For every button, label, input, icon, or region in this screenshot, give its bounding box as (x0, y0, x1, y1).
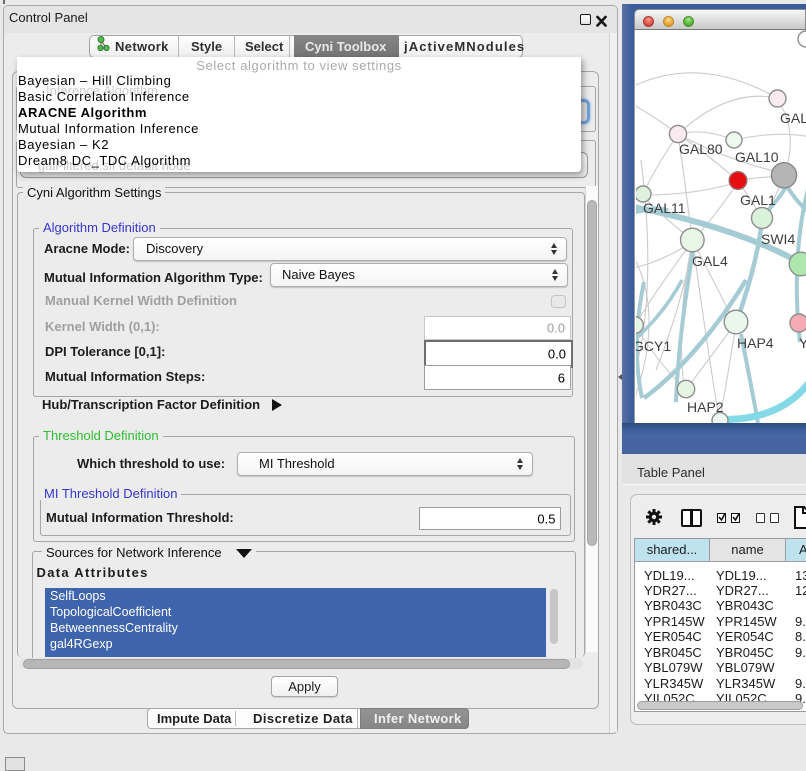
svg-text:GAL1: GAL1 (740, 192, 776, 208)
svg-text:GCY1: GCY1 (636, 338, 671, 354)
svg-text:SWI4: SWI4 (761, 231, 795, 247)
svg-text:Y: Y (799, 335, 806, 351)
svg-text:GAL11: GAL11 (643, 200, 686, 216)
svg-text:GAL80: GAL80 (679, 141, 723, 157)
svg-text:GAL4: GAL4 (692, 253, 728, 269)
svg-text:GAL7: GAL7 (780, 110, 806, 126)
svg-text:HAP2: HAP2 (687, 399, 724, 415)
svg-text:HAP4: HAP4 (737, 335, 774, 351)
svg-text:GAL10: GAL10 (735, 149, 779, 165)
